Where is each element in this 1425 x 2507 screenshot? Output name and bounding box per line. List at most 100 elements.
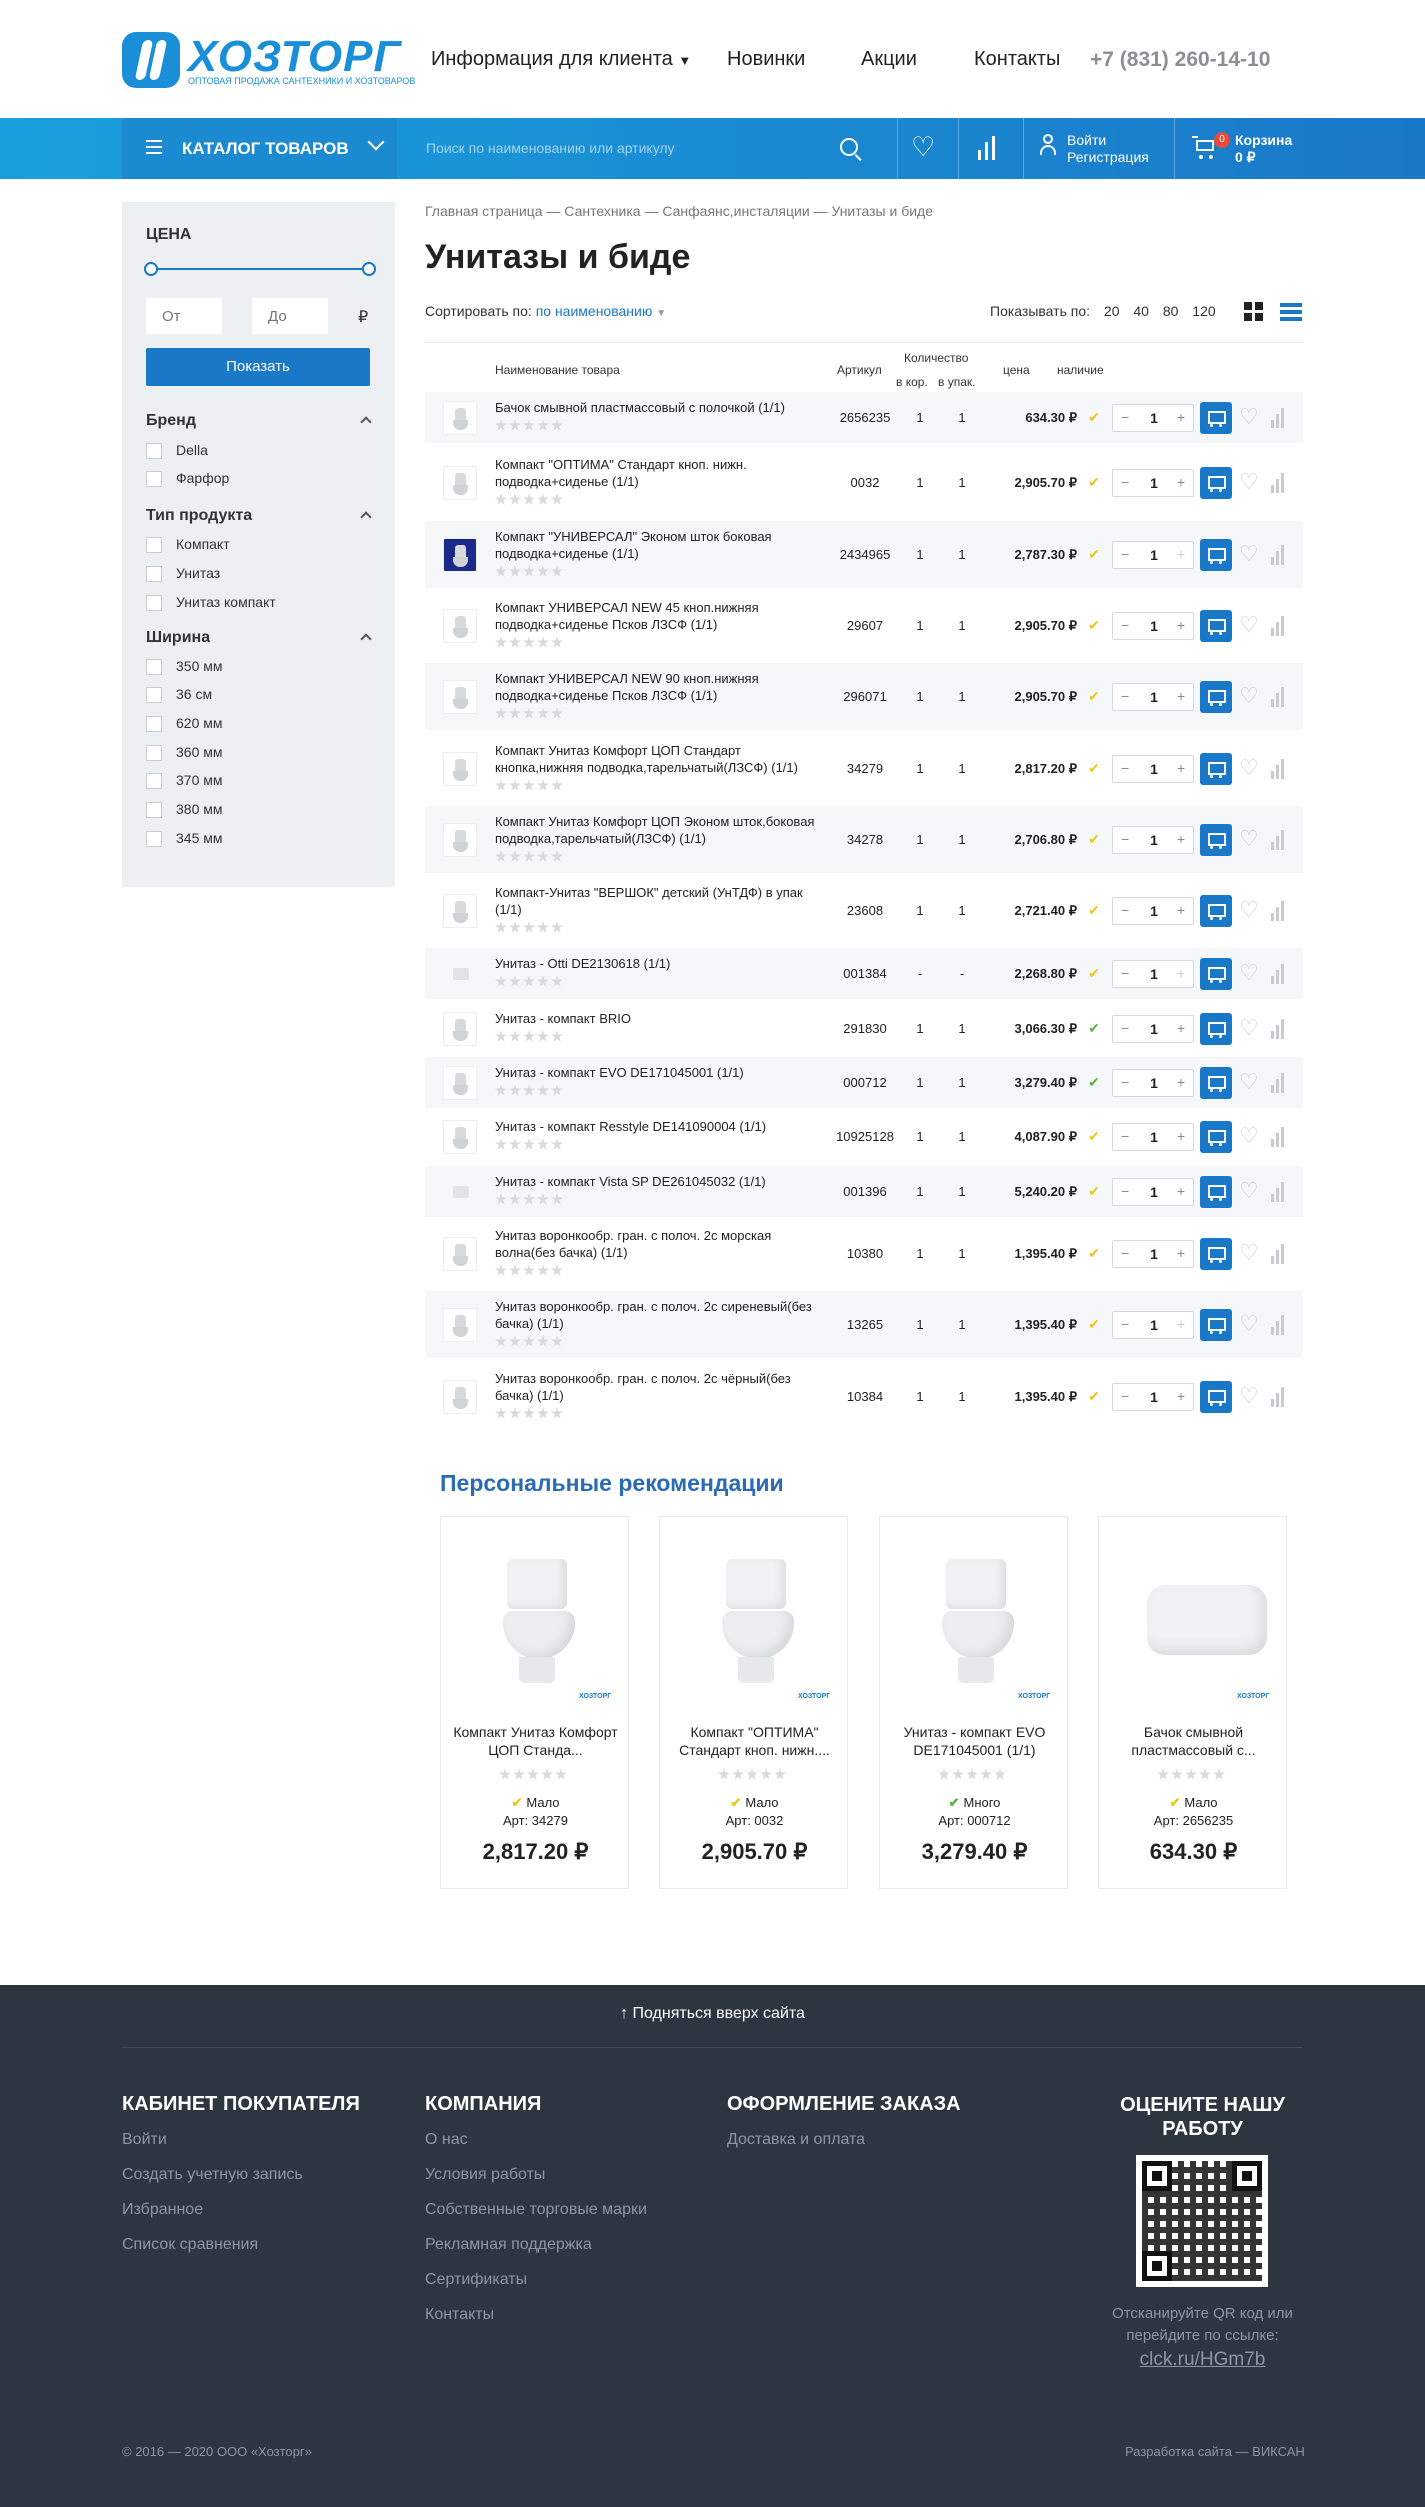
footer-link[interactable]: Доставка и оплата bbox=[727, 2131, 865, 2149]
checkbox[interactable] bbox=[146, 595, 162, 612]
favorite-heart-icon[interactable]: ♡ bbox=[1239, 684, 1259, 707]
range-min-handle[interactable] bbox=[144, 262, 158, 276]
plus-button[interactable]: + bbox=[1177, 965, 1185, 981]
filter-checkbox[interactable]: 345 мм bbox=[146, 830, 223, 848]
card-product-name[interactable]: Компакт "ОПТИМА" Стандарт кноп. нижн.... bbox=[670, 1723, 839, 1759]
card-product-name[interactable]: Унитаз - компакт EVO DE171045001 (1/1) bbox=[890, 1723, 1059, 1759]
compare-icon[interactable] bbox=[1271, 472, 1285, 493]
add-to-cart-button[interactable] bbox=[1200, 823, 1232, 856]
product-name-link[interactable]: Унитаз - компакт Vista SP DE261045032 (1… bbox=[495, 1173, 825, 1190]
compare-icon[interactable] bbox=[1271, 1072, 1285, 1093]
per-page-control[interactable]: Показывать по: 20 40 80 120 bbox=[990, 303, 1216, 319]
quantity-stepper[interactable]: −1 + bbox=[1112, 1310, 1194, 1339]
checkbox[interactable] bbox=[146, 659, 162, 676]
compare-icon[interactable] bbox=[1271, 407, 1285, 428]
product-image[interactable] bbox=[1123, 1541, 1267, 1691]
quantity-stepper[interactable]: −1 + bbox=[1112, 959, 1194, 988]
footer-link[interactable]: Список сравнения bbox=[122, 2236, 258, 2254]
sort-control[interactable]: Сортировать по: по наименованию ▼ bbox=[425, 303, 666, 319]
footer-link[interactable]: Рекламная поддержка bbox=[425, 2236, 592, 2254]
nav-contacts[interactable]: Контакты bbox=[974, 48, 1060, 71]
filter-checkbox[interactable]: 380 мм bbox=[146, 801, 223, 819]
card-product-name[interactable]: Бачок смывной пластмассовый с... bbox=[1109, 1723, 1278, 1759]
developer-credit[interactable]: Разработка сайта — ВИКСАН bbox=[1125, 2444, 1305, 2459]
filter-group-brand[interactable]: Бренд bbox=[146, 412, 196, 430]
compare-icon[interactable] bbox=[1271, 829, 1285, 850]
footer-link[interactable]: Избранное bbox=[122, 2201, 203, 2219]
favorite-heart-icon[interactable]: ♡ bbox=[1239, 1384, 1259, 1407]
list-view-icon[interactable] bbox=[1280, 303, 1302, 321]
footer-link[interactable]: О нас bbox=[425, 2131, 468, 2149]
price-from-input[interactable] bbox=[146, 298, 222, 334]
quantity-stepper[interactable]: −1 + bbox=[1112, 540, 1194, 569]
product-name-link[interactable]: Бачок смывной пластмассовый с полочкой (… bbox=[495, 399, 825, 416]
product-thumbnail[interactable] bbox=[443, 608, 477, 643]
card-product-name[interactable]: Компакт Унитаз Комфорт ЦОП Станда... bbox=[451, 1723, 620, 1759]
add-to-cart-button[interactable] bbox=[1200, 1012, 1232, 1045]
filter-checkbox[interactable]: 360 мм bbox=[146, 744, 223, 762]
filter-group-width[interactable]: Ширина bbox=[146, 629, 210, 647]
price-range-slider[interactable] bbox=[144, 262, 376, 276]
plus-button[interactable]: + bbox=[1177, 1388, 1185, 1404]
scroll-top-link[interactable]: ↑ Подняться вверх сайта bbox=[0, 2005, 1425, 2023]
plus-button[interactable]: + bbox=[1177, 1020, 1185, 1036]
filter-checkbox[interactable]: Унитаз компакт bbox=[146, 594, 276, 612]
compare-icon[interactable] bbox=[1271, 1386, 1285, 1407]
qr-link[interactable]: clck.ru/HGm7b bbox=[1090, 2349, 1315, 2371]
favorite-heart-icon[interactable]: ♡ bbox=[1239, 1241, 1259, 1264]
favorite-heart-icon[interactable]: ♡ bbox=[1239, 1179, 1259, 1202]
favorite-heart-icon[interactable]: ♡ bbox=[1239, 827, 1259, 850]
product-thumbnail[interactable] bbox=[443, 1175, 477, 1209]
quantity-stepper[interactable]: −1 + bbox=[1112, 611, 1194, 640]
compare-icon[interactable] bbox=[1271, 1181, 1285, 1202]
compare-icon[interactable] bbox=[1271, 1243, 1285, 1264]
favorite-heart-icon[interactable]: ♡ bbox=[1239, 613, 1259, 636]
quantity-stepper[interactable]: −1 + bbox=[1112, 1068, 1194, 1097]
add-to-cart-button[interactable] bbox=[1200, 1308, 1232, 1341]
plus-button[interactable]: + bbox=[1177, 1128, 1185, 1144]
product-image[interactable] bbox=[684, 1541, 824, 1691]
plus-button[interactable]: + bbox=[1177, 617, 1185, 633]
checkbox[interactable] bbox=[146, 471, 162, 488]
product-card[interactable]: ХОЗТОРГ Компакт Унитаз Комфорт ЦОП Станда… bbox=[440, 1516, 629, 1889]
quantity-stepper[interactable]: −1 + bbox=[1112, 1382, 1194, 1411]
quantity-stepper[interactable]: −1 + bbox=[1112, 825, 1194, 854]
chevron-up-icon[interactable] bbox=[360, 416, 372, 428]
footer-link[interactable]: Создать учетную запись bbox=[122, 2166, 303, 2184]
footer-link[interactable]: Сертификаты bbox=[425, 2271, 527, 2289]
favorite-heart-icon[interactable]: ♡ bbox=[1239, 405, 1259, 428]
plus-button[interactable]: + bbox=[1177, 1074, 1185, 1090]
add-to-cart-button[interactable] bbox=[1200, 401, 1232, 434]
add-to-cart-button[interactable] bbox=[1200, 1066, 1232, 1099]
sort-value[interactable]: по наименованию bbox=[536, 303, 653, 319]
catalog-button[interactable]: КАТАЛОГ ТОВАРОВ bbox=[122, 118, 397, 179]
favorite-heart-icon[interactable]: ♡ bbox=[1239, 756, 1259, 779]
favorite-heart-icon[interactable]: ♡ bbox=[1239, 961, 1259, 984]
filter-checkbox[interactable]: Компакт bbox=[146, 536, 230, 554]
product-card[interactable]: ХОЗТОРГ Компакт "ОПТИМА" Стандарт кноп. н… bbox=[659, 1516, 848, 1889]
product-thumbnail[interactable] bbox=[443, 465, 477, 500]
product-thumbnail[interactable] bbox=[443, 751, 477, 786]
product-thumbnail[interactable] bbox=[443, 822, 477, 857]
compare-icon[interactable] bbox=[1271, 1314, 1285, 1335]
chevron-up-icon[interactable] bbox=[360, 633, 372, 645]
quantity-stepper[interactable]: −1 + bbox=[1112, 1177, 1194, 1206]
add-to-cart-button[interactable] bbox=[1200, 1380, 1232, 1413]
product-thumbnail[interactable] bbox=[443, 679, 477, 714]
product-name-link[interactable]: Компакт-Унитаз "ВЕРШОК" детский (УнТДФ) … bbox=[495, 884, 825, 918]
add-to-cart-button[interactable] bbox=[1200, 1120, 1232, 1153]
favorite-heart-icon[interactable]: ♡ bbox=[1239, 470, 1259, 493]
add-to-cart-button[interactable] bbox=[1200, 957, 1232, 990]
product-thumbnail[interactable] bbox=[443, 537, 477, 572]
login-link[interactable]: Войти bbox=[1067, 132, 1149, 149]
favorite-heart-icon[interactable]: ♡ bbox=[1239, 542, 1259, 565]
add-to-cart-button[interactable] bbox=[1200, 680, 1232, 713]
product-name-link[interactable]: Унитаз - компакт Resstyle DE141090004 (1… bbox=[495, 1118, 825, 1135]
product-card[interactable]: ХОЗТОРГ Унитаз - компакт EVO DE171045001 … bbox=[879, 1516, 1068, 1889]
user-icon[interactable] bbox=[1040, 134, 1056, 156]
nav-new[interactable]: Новинки bbox=[727, 48, 805, 71]
product-thumbnail[interactable] bbox=[443, 893, 477, 928]
product-name-link[interactable]: Компакт Унитаз Комфорт ЦОП Эконом шток,б… bbox=[495, 813, 825, 847]
favorite-heart-icon[interactable]: ♡ bbox=[1239, 898, 1259, 921]
add-to-cart-button[interactable] bbox=[1200, 538, 1232, 571]
